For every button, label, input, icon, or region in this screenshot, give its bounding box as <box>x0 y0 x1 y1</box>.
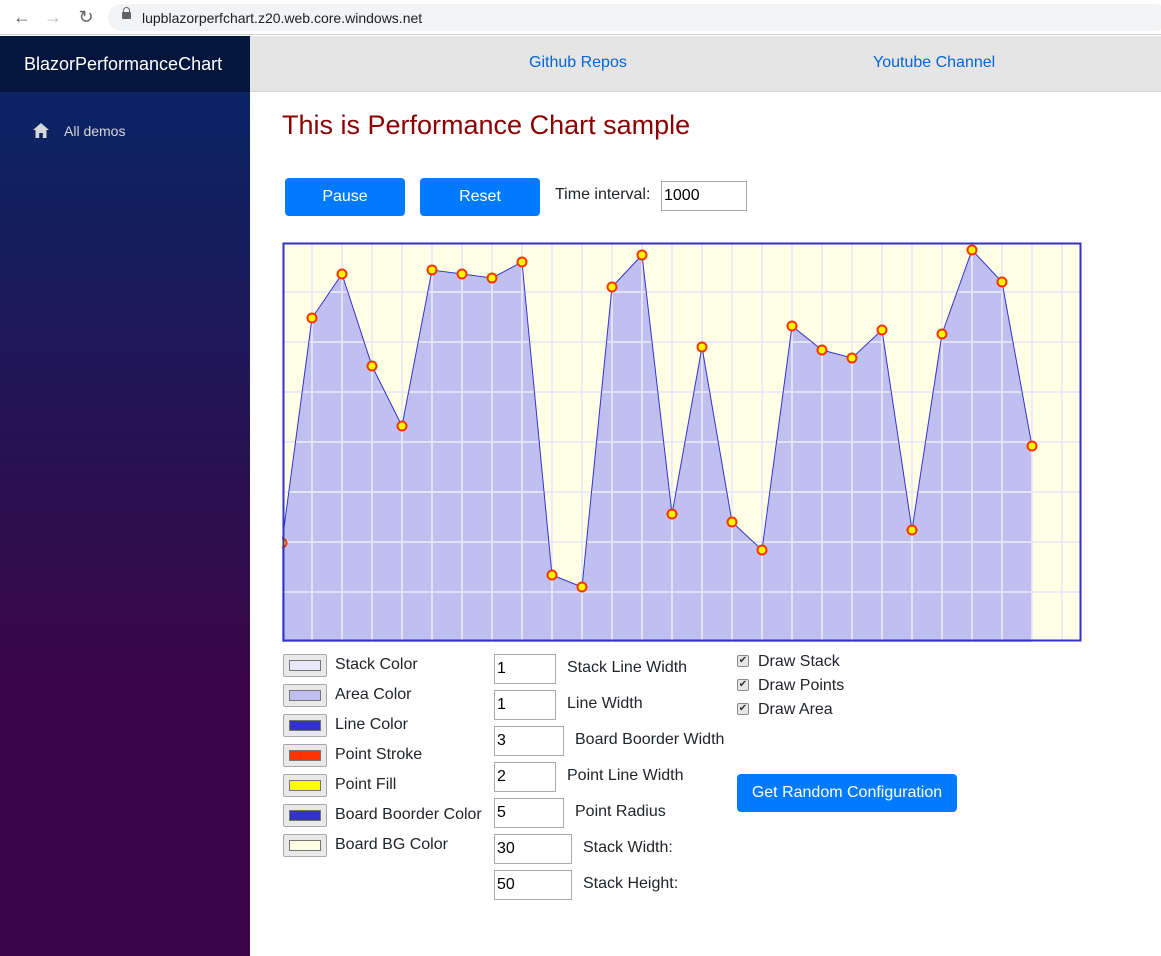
time-interval-label: Time interval: <box>555 186 651 203</box>
color-setting-label: Board Boorder Color <box>335 806 482 823</box>
data-point <box>876 324 888 336</box>
color-setting-label: Point Stroke <box>335 746 423 763</box>
draw-stack-checkbox[interactable]: ✔ <box>737 655 749 667</box>
color-setting-label: Stack Color <box>335 656 418 673</box>
browser-toolbar: ← → ↻ lupblazorperfchart.z20.web.core.wi… <box>0 0 1161 35</box>
data-point <box>546 569 558 581</box>
color-setting-label: Point Fill <box>335 776 397 793</box>
line-width-label: Line Width <box>567 695 643 712</box>
app-brand[interactable]: BlazorPerformanceChart <box>24 54 222 75</box>
pause-button[interactable]: Pause <box>285 178 405 216</box>
point-line-width-input[interactable] <box>494 762 556 792</box>
color-swatch <box>289 780 321 791</box>
color-swatch <box>289 720 321 731</box>
data-point <box>966 244 978 256</box>
data-point <box>426 264 438 276</box>
sidebar-item-label: All demos <box>64 122 126 139</box>
data-point <box>306 312 318 324</box>
data-point <box>336 268 348 280</box>
color-swatch <box>289 690 321 701</box>
time-interval-input[interactable] <box>661 181 747 211</box>
color-swatch <box>289 660 321 671</box>
data-point <box>726 516 738 528</box>
board-border-width-label: Board Boorder Width <box>575 731 725 748</box>
github-repos-link[interactable]: Github Repos <box>529 54 627 72</box>
point-radius-label: Point Radius <box>575 803 666 820</box>
color-picker-point-stroke[interactable] <box>283 744 327 767</box>
color-picker-stack[interactable] <box>283 654 327 677</box>
stack-width-label: Stack Width: <box>583 839 673 856</box>
sidebar: BlazorPerformanceChart All demos <box>0 36 250 956</box>
lock-icon <box>122 7 131 19</box>
stack-line-width-input[interactable] <box>494 654 556 684</box>
color-picker-area[interactable] <box>283 684 327 707</box>
data-point <box>756 544 768 556</box>
data-point <box>516 256 528 268</box>
draw-points-label: Draw Points <box>758 677 845 694</box>
data-point <box>996 276 1008 288</box>
draw-stack-label: Draw Stack <box>758 653 840 670</box>
data-point <box>816 344 828 356</box>
reset-button[interactable]: Reset <box>420 178 540 216</box>
data-point <box>666 508 678 520</box>
sidebar-item-all-demos[interactable]: All demos <box>32 122 125 139</box>
data-point <box>636 249 648 261</box>
data-point <box>576 581 588 593</box>
color-picker-line[interactable] <box>283 714 327 737</box>
data-point <box>606 281 618 293</box>
draw-points-checkbox[interactable]: ✔ <box>737 679 749 691</box>
data-point <box>486 272 498 284</box>
point-radius-input[interactable] <box>494 798 564 828</box>
data-point <box>1026 440 1038 452</box>
stack-height-input[interactable] <box>494 870 572 900</box>
data-point <box>786 320 798 332</box>
color-picker-board-border[interactable] <box>283 804 327 827</box>
stack-width-input[interactable] <box>494 834 572 864</box>
address-bar[interactable]: lupblazorperfchart.z20.web.core.windows.… <box>108 4 1161 31</box>
youtube-channel-link[interactable]: Youtube Channel <box>873 54 995 72</box>
brand-bar: BlazorPerformanceChart <box>0 36 250 92</box>
point-line-width-label: Point Line Width <box>567 767 684 784</box>
draw-area-label: Draw Area <box>758 701 833 718</box>
color-setting-label: Board BG Color <box>335 836 448 853</box>
data-point <box>456 268 468 280</box>
data-point <box>906 524 918 536</box>
color-setting-label: Line Color <box>335 716 408 733</box>
home-icon <box>32 122 50 139</box>
data-point <box>396 420 408 432</box>
stack-height-label: Stack Height: <box>583 875 679 892</box>
data-point <box>936 328 948 340</box>
forward-arrow-icon[interactable]: → <box>42 6 64 28</box>
data-point <box>846 352 858 364</box>
top-row: Github Repos Youtube Channel <box>250 36 1161 92</box>
back-arrow-icon[interactable]: ← <box>11 6 33 28</box>
color-picker-board-bg[interactable] <box>283 834 327 857</box>
color-swatch <box>289 840 321 851</box>
color-setting-label: Area Color <box>335 686 412 703</box>
stack-line-width-label: Stack Line Width <box>567 659 688 676</box>
performance-chart <box>282 242 1082 642</box>
url-text: lupblazorperfchart.z20.web.core.windows.… <box>142 10 423 26</box>
get-random-configuration-button[interactable]: Get Random Configuration <box>737 774 957 812</box>
color-swatch <box>289 750 321 761</box>
color-swatch <box>289 810 321 821</box>
color-picker-point-fill[interactable] <box>283 774 327 797</box>
line-width-input[interactable] <box>494 690 556 720</box>
page-title: This is Performance Chart sample <box>282 110 691 140</box>
reload-icon[interactable]: ↻ <box>75 6 97 28</box>
data-point <box>696 341 708 353</box>
draw-area-checkbox[interactable]: ✔ <box>737 703 749 715</box>
board-border-width-input[interactable] <box>494 726 564 756</box>
data-point <box>366 360 378 372</box>
